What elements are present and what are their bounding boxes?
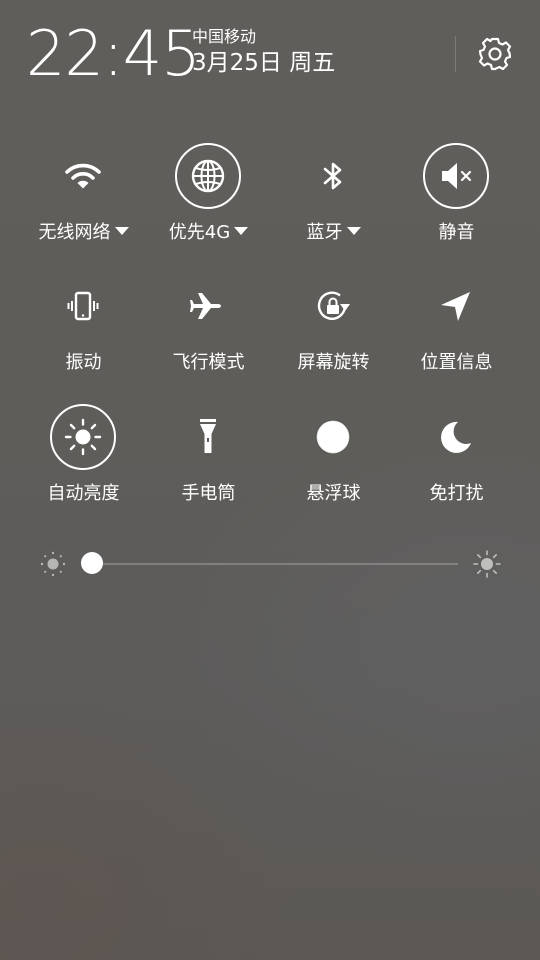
tile-mute[interactable]: 静音 [394,143,519,263]
brightness-low-icon [38,549,68,579]
airplane-icon [175,273,241,339]
settings-button[interactable] [474,33,516,75]
flashlight-icon [175,404,241,470]
rotation-lock-icon [300,273,366,339]
tile-auto-brightness[interactable]: 自动亮度 [21,404,146,524]
chevron-down-icon[interactable] [346,227,361,235]
tile-airplane[interactable]: 飞行模式 [146,273,271,393]
tile-auto-brightness-label: 自动亮度 [47,483,120,504]
tile-prefer-4g-label: 优先4G [146,220,271,246]
tile-do-not-disturb-label: 免打扰 [429,483,484,504]
tile-flashlight-label: 手电筒 [181,483,236,504]
tile-wifi[interactable]: 无线网络 [21,143,146,263]
tile-rotation-lock-label: 屏幕旋转 [297,352,370,373]
tile-floating-ball-label: 悬浮球 [306,483,361,504]
tile-flashlight[interactable]: 手电筒 [146,404,271,524]
tile-wifi-label: 无线网络 [21,220,146,246]
tile-floating-ball[interactable]: 悬浮球 [271,404,396,524]
brightness-slider-thumb[interactable] [81,552,103,574]
tile-bluetooth[interactable]: 蓝牙 [271,143,396,263]
tile-vibrate-label: 振动 [65,352,102,373]
bluetooth-icon [300,143,366,209]
tile-airplane-label: 飞行模式 [172,352,245,373]
tile-prefer-4g[interactable]: 优先4G [146,143,271,263]
tile-do-not-disturb[interactable]: 免打扰 [394,404,519,524]
location-arrow-icon [423,273,489,339]
carrier-name: 中国移动 [192,27,257,46]
clock-time: 22:45 [26,17,201,90]
chevron-down-icon[interactable] [114,227,129,235]
brightness-slider[interactable] [81,552,458,574]
date-text: 3月25日 周五 [192,50,336,76]
tile-bluetooth-label: 蓝牙 [271,220,396,246]
wifi-icon [50,143,116,209]
tile-vibrate[interactable]: 振动 [21,273,146,393]
sun-icon [50,404,116,470]
mute-icon [423,143,489,209]
chevron-down-icon[interactable] [234,227,249,235]
globe-icon [175,143,241,209]
tile-rotation-lock[interactable]: 屏幕旋转 [271,273,396,393]
header-divider [455,36,456,72]
floating-ball-icon [300,404,366,470]
tile-mute-label: 静音 [438,222,475,243]
gear-icon [478,37,512,71]
moon-icon [423,404,489,470]
tile-location-label: 位置信息 [420,352,493,373]
vibrate-icon [50,273,116,339]
brightness-high-icon [472,549,502,579]
tile-location[interactable]: 位置信息 [394,273,519,393]
